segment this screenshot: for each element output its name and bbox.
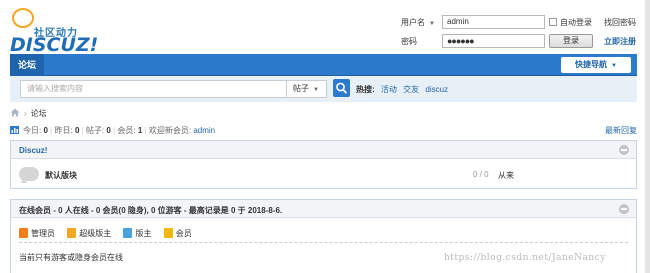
yesterday-count: 0 bbox=[74, 126, 80, 135]
collapse-icon[interactable] bbox=[619, 145, 629, 155]
password-label: 密码 bbox=[401, 37, 417, 46]
online-header: 在线会员 - 0 人在线 - 0 会员(0 隐身), 0 位游客 - 最高记录是… bbox=[11, 200, 636, 218]
chart-icon bbox=[10, 126, 19, 134]
nav-tab-forum[interactable]: 论坛 bbox=[10, 54, 44, 76]
legend-member: 会员 bbox=[163, 228, 192, 239]
forum-stats: 今日: 0 | 昨日: 0 | 帖子: 0 | 会员: 1 | 欢迎新会员: a… bbox=[10, 125, 215, 136]
forum-name[interactable]: 默认版块 bbox=[45, 170, 77, 181]
collapse-icon[interactable] bbox=[619, 204, 629, 214]
forum-count: 0 / 0 bbox=[473, 170, 489, 179]
autologin-checkbox[interactable] bbox=[549, 18, 557, 26]
legend-member-label: 会员 bbox=[175, 229, 192, 238]
today-count: 0 bbox=[43, 126, 48, 135]
username-label: 用户名 bbox=[401, 18, 425, 27]
forum-row: 默认版块 0 / 0 从来 bbox=[11, 159, 636, 189]
forum-last-post: 从来 bbox=[498, 171, 514, 180]
admin-user-icon bbox=[19, 228, 28, 238]
search-type-value: 帖子 bbox=[293, 84, 309, 93]
new-member-link[interactable]: admin bbox=[193, 126, 215, 135]
divider bbox=[19, 242, 628, 243]
legend-admin-label: 管理员 bbox=[31, 229, 55, 238]
password-input[interactable]: ●●●●●● bbox=[442, 34, 545, 48]
legend-super-moderator: 超级版主 bbox=[67, 228, 111, 239]
search-icon bbox=[336, 82, 347, 94]
site-logo[interactable]: 社区动力 DISCUZ! bbox=[8, 6, 126, 56]
online-title: 在线会员 - 0 人在线 - 0 会员(0 隐身), 0 位游客 - 最高记录是… bbox=[19, 206, 283, 215]
online-note: 当前只有游客或隐身会员在线 bbox=[19, 253, 123, 262]
category-title[interactable]: Discuz! bbox=[19, 146, 47, 155]
today-label: 今日: bbox=[23, 126, 42, 135]
breadcrumb: › 论坛 bbox=[10, 108, 47, 119]
legend-moderator: 版主 bbox=[123, 228, 151, 239]
username-input[interactable]: admin bbox=[442, 15, 545, 29]
register-link[interactable]: 立即注册 bbox=[604, 36, 636, 47]
hot-search-label: 热搜: bbox=[356, 85, 375, 94]
find-password-link[interactable]: 找回密码 bbox=[604, 17, 636, 28]
logo-bubble-icon bbox=[12, 8, 34, 28]
autologin-label: 自动登录 bbox=[560, 18, 592, 27]
category-header: Discuz! bbox=[11, 141, 636, 159]
hot-word-link[interactable]: discuz bbox=[425, 85, 448, 94]
members-label: 会员: bbox=[117, 126, 136, 135]
main-nav: 论坛 快捷导航 ▼ bbox=[10, 54, 637, 76]
posts-label: 帖子: bbox=[85, 126, 105, 135]
search-button[interactable] bbox=[333, 79, 350, 97]
scrollbar-track[interactable] bbox=[645, 0, 650, 273]
breadcrumb-separator: › bbox=[24, 109, 27, 118]
chevron-down-icon: ▼ bbox=[429, 21, 435, 27]
member-user-icon bbox=[163, 228, 173, 238]
posts-count: 0 bbox=[106, 126, 111, 135]
chevron-down-icon: ▼ bbox=[611, 63, 617, 69]
legend-super-moderator-label: 超级版主 bbox=[79, 229, 112, 238]
moderator-user-icon bbox=[123, 228, 133, 238]
home-icon[interactable] bbox=[10, 108, 20, 117]
search-bar: 请输入搜索内容 帖子 ▼ 热搜: 活动 交友 discuz bbox=[10, 76, 637, 102]
forum-bubble-icon bbox=[19, 167, 39, 181]
yesterday-label: 昨日: bbox=[54, 126, 73, 135]
legend-moderator-label: 版主 bbox=[135, 229, 152, 238]
hot-word-link[interactable]: 活动 bbox=[381, 85, 397, 94]
quick-nav-label: 快捷导航 bbox=[575, 60, 608, 69]
category-box: Discuz! 默认版块 0 / 0 从来 bbox=[10, 140, 637, 189]
search-type-select[interactable]: 帖子 ▼ bbox=[287, 80, 327, 98]
hot-search: 热搜: 活动 交友 discuz bbox=[356, 84, 448, 95]
login-button[interactable]: 登录 bbox=[549, 34, 593, 48]
latest-reply-link[interactable]: 最新回复 bbox=[605, 125, 637, 136]
logo-brand: DISCUZ! bbox=[10, 34, 99, 56]
chevron-down-icon: ▼ bbox=[313, 87, 319, 93]
welcome-label: 欢迎新会员: bbox=[148, 126, 192, 135]
quick-nav-button[interactable]: 快捷导航 ▼ bbox=[561, 57, 631, 73]
username-type-select[interactable]: 用户名 ▼ bbox=[401, 17, 435, 28]
search-input[interactable]: 请输入搜索内容 bbox=[20, 80, 287, 98]
breadcrumb-current[interactable]: 论坛 bbox=[31, 109, 47, 118]
online-legend: 管理员 超级版主 版主 会员 bbox=[19, 228, 202, 239]
watermark: https://blog.csdn.net/JaneNancy bbox=[444, 253, 606, 263]
legend-admin: 管理员 bbox=[19, 228, 55, 239]
members-count: 1 bbox=[137, 126, 143, 135]
super-moderator-user-icon bbox=[67, 228, 77, 238]
hot-word-link[interactable]: 交友 bbox=[403, 85, 419, 94]
